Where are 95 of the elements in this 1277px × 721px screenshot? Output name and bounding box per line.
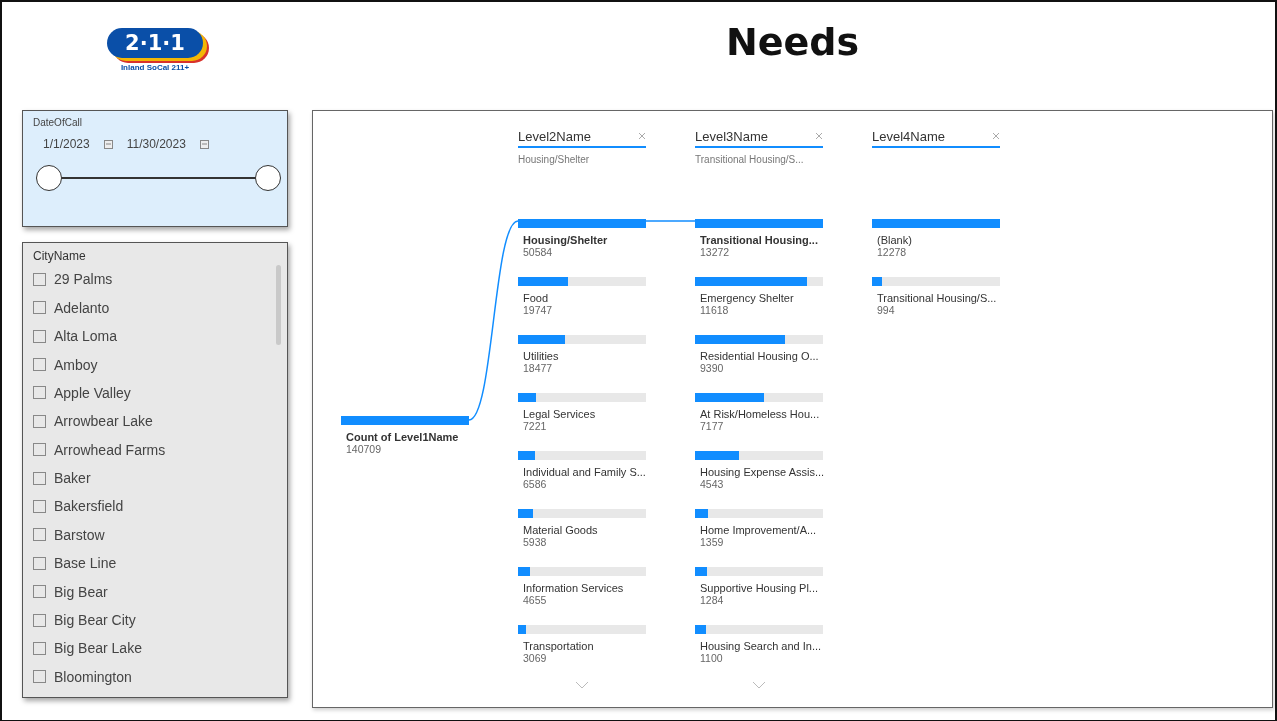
- filter-value: Housing/Shelter: [518, 154, 590, 165]
- checkbox[interactable]: [33, 670, 46, 684]
- checkbox[interactable]: [33, 556, 46, 570]
- node-label: Supportive Housing Pl...: [700, 582, 819, 594]
- calendar-icon[interactable]: [103, 139, 113, 149]
- connector-line: [645, 220, 696, 222]
- level-header[interactable]: Level2Name: [518, 128, 591, 144]
- checkbox[interactable]: [33, 528, 46, 542]
- city-name[interactable]: Apple Valley: [54, 384, 131, 401]
- node-value: 6586: [523, 478, 548, 490]
- calendar-icon[interactable]: [199, 139, 209, 149]
- checkbox[interactable]: [33, 301, 46, 315]
- checkbox[interactable]: [33, 329, 46, 343]
- node-label: Legal Services: [523, 408, 597, 420]
- city-name[interactable]: Base Line: [54, 555, 117, 572]
- node-label: At Risk/Homeless Hou...: [700, 408, 821, 420]
- node-value: 13272: [700, 246, 731, 258]
- node-label: Transitional Housing...: [700, 234, 819, 246]
- level-header[interactable]: Level3Name: [695, 128, 768, 144]
- city-name[interactable]: Barstow: [54, 526, 105, 543]
- node-value: 11618: [700, 304, 730, 316]
- close-icon[interactable]: [992, 132, 1000, 140]
- filter-value: Transitional Housing/S...: [695, 154, 804, 165]
- close-icon[interactable]: [638, 132, 646, 140]
- page-title: Needs: [725, 20, 860, 66]
- node-label: Material Goods: [523, 524, 599, 536]
- node-value: 4543: [700, 478, 725, 490]
- chevron-down-icon[interactable]: [575, 681, 589, 689]
- city-name[interactable]: 29 Palms: [54, 271, 113, 288]
- city-name[interactable]: Adelanto: [54, 299, 110, 316]
- city-name[interactable]: Big Bear City: [54, 612, 136, 628]
- node-label: Housing Search and In...: [700, 640, 823, 652]
- slider-handle[interactable]: [255, 165, 281, 191]
- node-label: Utilities: [523, 350, 560, 362]
- node-value: 994: [877, 304, 896, 316]
- node-label: Individual and Family S...: [523, 466, 646, 478]
- node-value: 7221: [523, 420, 548, 432]
- start-date[interactable]: 1/1/2023: [43, 137, 90, 151]
- bar-fill[interactable]: [518, 393, 537, 402]
- node-value: 1284: [700, 594, 725, 606]
- node-value: 18477: [523, 362, 554, 374]
- city-name[interactable]: Bakersfield: [54, 498, 124, 515]
- node-value: 7177: [700, 420, 725, 432]
- logo-caption: Inland SoCal 211+: [120, 63, 190, 72]
- node-value: 12278: [877, 246, 908, 258]
- node-label: Housing/Shelter: [523, 234, 609, 246]
- checkbox[interactable]: [33, 471, 46, 485]
- city-name[interactable]: Big Bear: [54, 583, 108, 600]
- node-value: 5938: [523, 536, 548, 548]
- bar-fill[interactable]: [695, 567, 708, 576]
- node-label: (Blank): [877, 234, 913, 246]
- city-name[interactable]: Big Bear Lake: [54, 640, 142, 657]
- range-slider[interactable]: [36, 165, 281, 191]
- node-label: Food: [523, 292, 550, 304]
- node-value: 4655: [523, 594, 548, 606]
- checkbox[interactable]: [33, 499, 46, 513]
- checkbox[interactable]: [33, 613, 46, 627]
- node-value: 140709: [346, 443, 383, 455]
- city-name[interactable]: Amboy: [54, 356, 98, 373]
- node-label: Residential Housing O...: [700, 350, 820, 362]
- node-label: Transitional Housing/S...: [877, 292, 998, 304]
- node-value: 1359: [700, 536, 725, 548]
- close-icon[interactable]: [815, 132, 823, 140]
- end-date[interactable]: 11/30/2023: [126, 137, 186, 151]
- checkbox[interactable]: [33, 414, 46, 428]
- node-label: Transportation: [523, 640, 595, 652]
- checkbox[interactable]: [33, 386, 46, 400]
- city-name[interactable]: Arrowhead Farms: [54, 441, 166, 458]
- slicer-title: CityName: [33, 249, 87, 264]
- slicer-title: DateOfCall: [33, 117, 83, 128]
- node-value: 1100: [700, 652, 724, 664]
- city-name[interactable]: Arrowbear Lake: [54, 413, 153, 430]
- slider-handle[interactable]: [36, 165, 62, 191]
- checkbox[interactable]: [33, 358, 46, 371]
- node-label: Information Services: [523, 582, 625, 594]
- node-label: Home Improvement/A...: [700, 524, 818, 536]
- scrollbar-thumb[interactable]: [276, 265, 281, 346]
- bar-fill[interactable]: [872, 277, 883, 286]
- city-name[interactable]: Baker: [54, 470, 91, 487]
- node-value: 19747: [523, 304, 554, 316]
- level-header[interactable]: Level4Name: [872, 128, 945, 144]
- city-name[interactable]: Bloomington: [54, 668, 132, 685]
- node-label: Count of Level1Name: [346, 431, 460, 443]
- node-value: 3069: [523, 652, 548, 664]
- node-value: 50584: [523, 246, 554, 258]
- node-label: Emergency Shelter: [700, 292, 795, 304]
- chevron-down-icon[interactable]: [752, 681, 766, 689]
- city-name[interactable]: Alta Loma: [54, 328, 118, 345]
- checkbox[interactable]: [33, 443, 46, 457]
- checkbox[interactable]: [33, 641, 46, 655]
- checkbox[interactable]: [33, 585, 46, 599]
- node-value: 9390: [700, 362, 725, 374]
- node-label: Housing Expense Assis...: [700, 466, 823, 478]
- checkbox[interactable]: [33, 272, 46, 286]
- bar-fill[interactable]: [695, 509, 709, 518]
